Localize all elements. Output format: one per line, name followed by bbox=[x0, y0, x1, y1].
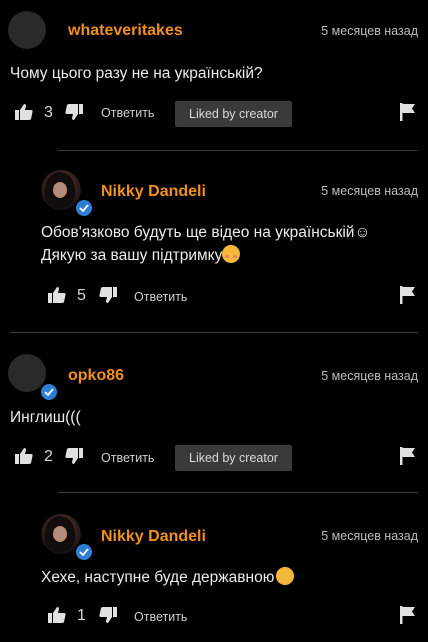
comment-item: opko86 5 месяцев назад Инглиш((( 2 Ответ… bbox=[0, 332, 428, 492]
comment-time: 5 месяцев назад bbox=[321, 184, 418, 198]
liked-by-creator-badge: Liked by creator bbox=[175, 445, 292, 471]
like-count: 3 bbox=[44, 104, 53, 121]
star-struck-icon bbox=[276, 567, 295, 585]
comment-item: whateveritakes 5 месяцев назад Чому цьог… bbox=[0, 0, 428, 150]
comment-author[interactable]: Nikky Dandeli bbox=[101, 183, 206, 201]
thumbs-up-icon[interactable] bbox=[47, 285, 67, 305]
comment-text: Хехе, наступне буде державною bbox=[41, 566, 295, 589]
thumbs-up-icon[interactable] bbox=[14, 102, 34, 122]
thumbs-up-icon[interactable] bbox=[47, 605, 67, 625]
comment-text: Чому цього разу не на українській? bbox=[10, 65, 263, 82]
reply-button[interactable]: Ответить bbox=[101, 106, 154, 120]
like-count: 5 bbox=[77, 287, 86, 304]
comment-text: Обов'язково будуть ще відео на українськ… bbox=[41, 221, 421, 267]
check-badge-icon bbox=[74, 542, 94, 562]
comment-reply-item: Nikky Dandeli 5 месяцев назад Хехе, наст… bbox=[0, 492, 428, 642]
thumbs-up-icon[interactable] bbox=[14, 446, 34, 466]
reply-button[interactable]: Ответить bbox=[134, 290, 187, 304]
comment-text-line: Дякую за вашу підтримку bbox=[41, 244, 421, 267]
reply-button[interactable]: Ответить bbox=[101, 451, 154, 465]
comment-time: 5 месяцев назад bbox=[321, 24, 418, 38]
smiling-face-with-hearts-icon bbox=[222, 245, 241, 263]
thumbs-down-icon[interactable] bbox=[98, 285, 118, 305]
check-badge-icon bbox=[39, 382, 59, 402]
comment-time: 5 месяцев назад bbox=[321, 369, 418, 383]
like-count: 1 bbox=[77, 607, 86, 624]
flag-icon[interactable] bbox=[398, 605, 416, 625]
flag-icon[interactable] bbox=[398, 102, 416, 122]
comment-time: 5 месяцев назад bbox=[321, 529, 418, 543]
comment-author[interactable]: whateveritakes bbox=[68, 22, 183, 40]
avatar[interactable] bbox=[8, 11, 46, 49]
like-count: 2 bbox=[44, 448, 53, 465]
flag-icon[interactable] bbox=[398, 285, 416, 305]
comment-text: Инглиш((( bbox=[10, 409, 81, 426]
comment-author[interactable]: Nikky Dandeli bbox=[101, 528, 206, 546]
check-badge-icon bbox=[74, 198, 94, 218]
thumbs-down-icon[interactable] bbox=[64, 446, 84, 466]
flag-icon[interactable] bbox=[398, 446, 416, 466]
comment-reply-item: Nikky Dandeli 5 месяцев назад Обов'язков… bbox=[0, 150, 428, 332]
thumbs-down-icon[interactable] bbox=[64, 102, 84, 122]
liked-by-creator-badge: Liked by creator bbox=[175, 101, 292, 127]
comment-author[interactable]: opko86 bbox=[68, 367, 124, 385]
comment-text-line: Обов'язково будуть ще відео на українськ… bbox=[41, 224, 371, 241]
reply-button[interactable]: Ответить bbox=[134, 610, 187, 624]
thumbs-down-icon[interactable] bbox=[98, 605, 118, 625]
